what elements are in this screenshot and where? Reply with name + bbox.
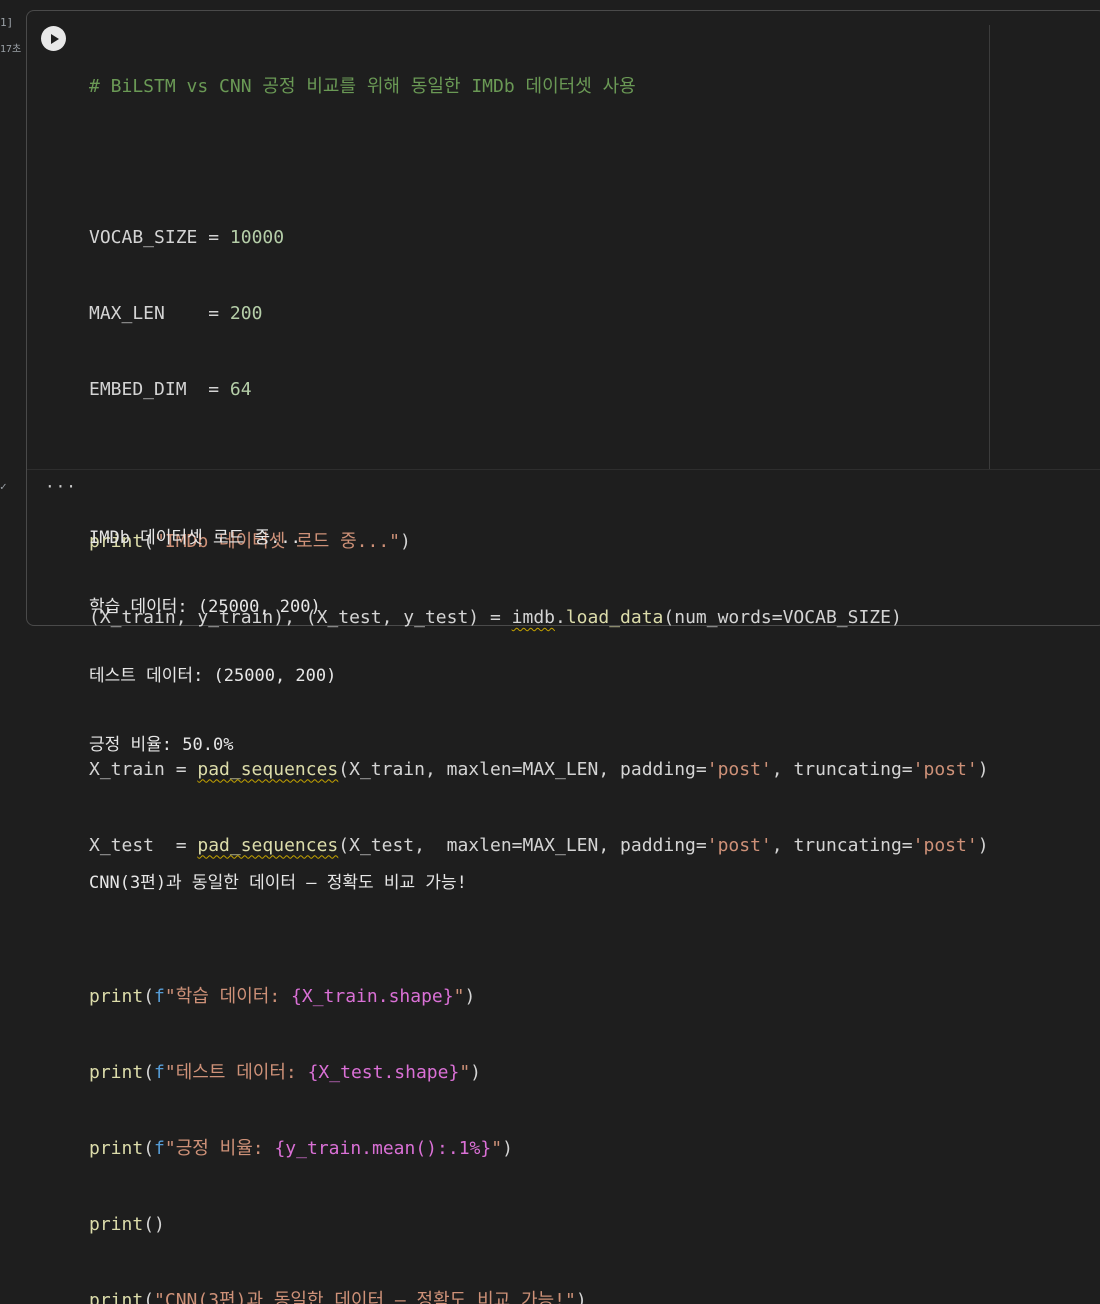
output-line: 학습 데이터: (25000, 200) [89, 597, 321, 617]
output-line: CNN(3편)과 동일한 데이터 — 정확도 비교 가능! [89, 873, 467, 893]
chevron-icon[interactable]: ✓ [0, 480, 7, 493]
cell-output: IMDb 데이터셋 로드 중... 학습 데이터: (25000, 200) 테… [89, 481, 467, 941]
execution-time: 17초 [0, 44, 22, 55]
code-line-print-cnn: print("CNN(3편)과 동일한 데이터 — 정확도 비교 가능!") [89, 1289, 587, 1304]
code-line-print-ratio: print(f"긍정 비율: {y_train.mean():.1%}") [89, 1138, 513, 1160]
code-line-print-empty: print() [89, 1213, 165, 1235]
run-cell-button[interactable] [41, 26, 66, 51]
output-menu-icon[interactable]: ··· [45, 477, 77, 496]
output-line: 긍정 비율: 50.0% [89, 735, 234, 755]
code-line-embed: EMBED_DIM = 64 [89, 379, 252, 401]
code-line-comment: # BiLSTM vs CNN 공정 비교를 위해 동일한 IMDb 데이터셋 … [89, 75, 636, 97]
output-line: IMDb 데이터셋 로드 중... [89, 528, 301, 548]
code-line-maxlen: MAX_LEN = 200 [89, 303, 263, 325]
play-icon [50, 33, 59, 44]
code-line-vocab: VOCAB_SIZE = 10000 [89, 227, 285, 249]
code-line-print-train: print(f"학습 데이터: {X_train.shape}") [89, 986, 476, 1008]
output-separator [27, 469, 1100, 470]
cell-gutter: 1] 17초 ✓ [0, 0, 26, 652]
code-line-print-test: print(f"테스트 데이터: {X_test.shape}") [89, 1062, 481, 1084]
code-cell[interactable]: # BiLSTM vs CNN 공정 비교를 위해 동일한 IMDb 데이터셋 … [26, 10, 1100, 1304]
execution-count: 1] [0, 16, 14, 29]
output-line: 테스트 데이터: (25000, 200) [89, 666, 337, 686]
ruler-line [989, 25, 990, 469]
